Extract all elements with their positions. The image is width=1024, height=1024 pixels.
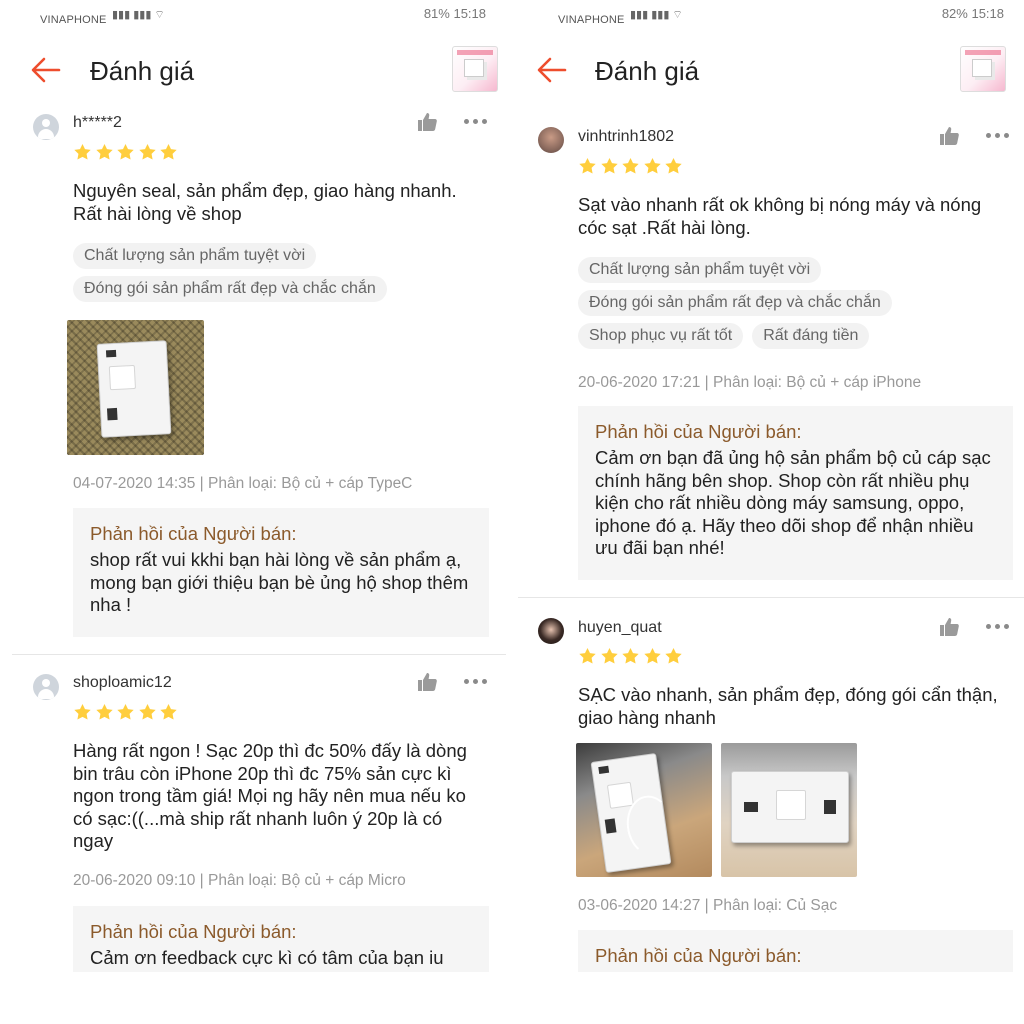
avatar[interactable] xyxy=(33,674,59,700)
back-button[interactable] xyxy=(534,54,570,86)
username[interactable]: shoploamic12 xyxy=(73,674,172,692)
rating-stars xyxy=(73,703,181,721)
avatar[interactable] xyxy=(538,618,564,644)
seller-reply: Phản hồi của Người bán: Cảm ơn feedback … xyxy=(73,906,489,972)
seller-reply-text: Cảm ơn bạn đã ủng hộ sản phẩm bộ củ cáp … xyxy=(595,447,991,558)
star-icon xyxy=(664,647,683,665)
star-icon xyxy=(643,647,662,665)
star-icon xyxy=(95,703,114,721)
review-comment: Nguyên seal, sản phẩm đẹp, giao hàng nha… xyxy=(73,180,457,224)
star-icon xyxy=(159,703,178,721)
signal-icon: ▮▮▮ ▮▮▮ ⌔ xyxy=(112,9,165,21)
back-button[interactable] xyxy=(28,54,64,86)
star-icon xyxy=(664,157,683,175)
page-title: Đánh giá xyxy=(90,56,195,86)
star-icon xyxy=(621,157,640,175)
star-icon xyxy=(116,143,135,161)
thumbs-up-icon[interactable] xyxy=(938,125,960,147)
seller-reply: Phản hồi của Người bán: xyxy=(578,930,1013,972)
review-tag[interactable]: Đóng gói sản phẩm rất đẹp và chắc chắn xyxy=(578,290,892,316)
rating-stars xyxy=(73,143,181,161)
star-icon xyxy=(95,143,114,161)
review-comment: SẠC vào nhanh, sản phẩm đẹp, đóng gói cẩ… xyxy=(578,684,998,728)
seller-reply-title: Phản hồi của Người bán: xyxy=(90,921,297,942)
battery-time: 82% 15:18 xyxy=(941,6,1004,21)
review-tag[interactable]: Chất lượng sản phẩm tuyệt vời xyxy=(73,243,317,269)
avatar[interactable] xyxy=(538,127,564,153)
more-dots-icon[interactable] xyxy=(464,678,490,686)
app-header: Đánh giá xyxy=(0,44,506,100)
page-title: Đánh giá xyxy=(595,56,700,86)
arrow-left-icon xyxy=(537,57,567,83)
review-meta: 20-06-2020 17:21 | Phân loại: Bộ củ + cá… xyxy=(578,374,922,391)
star-icon xyxy=(600,647,619,665)
review-meta: 04-07-2020 14:35 | Phân loại: Bộ củ + cá… xyxy=(73,475,413,492)
star-icon xyxy=(159,143,178,161)
left-screenshot: VINAPHONE ▮▮▮ ▮▮▮ ⌔ 81% 15:18 Đánh giá h… xyxy=(0,0,506,1024)
thumbs-up-icon[interactable] xyxy=(416,111,438,133)
more-dots-icon[interactable] xyxy=(464,118,490,126)
review-photo[interactable] xyxy=(67,320,204,455)
avatar[interactable] xyxy=(33,114,59,140)
star-icon xyxy=(600,157,619,175)
review-photo[interactable] xyxy=(576,743,712,877)
username[interactable]: vinhtrinh1802 xyxy=(578,128,674,146)
review-tags: Chất lượng sản phẩm tuyệt vời Đóng gói s… xyxy=(73,243,494,309)
seller-reply-text: Cảm ơn feedback cực kì có tâm của bạn iu xyxy=(90,947,444,968)
star-icon xyxy=(138,143,157,161)
carrier-label: VINAPHONE xyxy=(40,14,107,26)
seller-reply-title: Phản hồi của Người bán: xyxy=(595,945,802,966)
more-dots-icon[interactable] xyxy=(986,623,1012,631)
username[interactable]: huyen_quat xyxy=(578,619,662,637)
app-header: Đánh giá xyxy=(518,44,1024,100)
arrow-left-icon xyxy=(31,57,61,83)
product-thumbnail[interactable] xyxy=(960,46,1006,92)
review-comment: Sạt vào nhanh rất ok không bị nóng máy v… xyxy=(578,194,982,238)
seller-reply-title: Phản hồi của Người bán: xyxy=(90,523,297,544)
seller-reply-title: Phản hồi của Người bán: xyxy=(595,421,802,442)
review-meta: 20-06-2020 09:10 | Phân loại: Bộ củ + cá… xyxy=(73,872,406,889)
review-comment: Hàng rất ngon ! Sạc 20p thì đc 50% đấy l… xyxy=(73,740,467,851)
review-tag[interactable]: Chất lượng sản phẩm tuyệt vời xyxy=(578,257,822,283)
username[interactable]: h*****2 xyxy=(73,114,122,132)
rating-stars xyxy=(578,647,686,665)
thumbs-up-icon[interactable] xyxy=(938,616,960,638)
product-thumbnail[interactable] xyxy=(452,46,498,92)
rating-stars xyxy=(578,157,686,175)
carrier-label: VINAPHONE xyxy=(558,14,625,26)
star-icon xyxy=(643,157,662,175)
review-tag[interactable]: Rất đáng tiền xyxy=(752,323,870,349)
battery-time: 81% 15:18 xyxy=(423,6,486,21)
status-bar: VINAPHONE ▮▮▮ ▮▮▮ ⌔ 81% 15:18 xyxy=(40,6,486,30)
review-tags: Chất lượng sản phẩm tuyệt vời Đóng gói s… xyxy=(578,257,1012,356)
status-bar: VINAPHONE ▮▮▮ ▮▮▮ ⌔ 82% 15:18 xyxy=(558,6,1004,30)
star-icon xyxy=(138,703,157,721)
signal-icon: ▮▮▮ ▮▮▮ ⌔ xyxy=(630,9,683,21)
seller-reply: Phản hồi của Người bán: shop rất vui kkh… xyxy=(73,508,489,637)
star-icon xyxy=(578,647,597,665)
review-tag[interactable]: Đóng gói sản phẩm rất đẹp và chắc chắn xyxy=(73,276,387,302)
review-tag[interactable]: Shop phục vụ rất tốt xyxy=(578,323,744,349)
right-screenshot: VINAPHONE ▮▮▮ ▮▮▮ ⌔ 82% 15:18 Đánh giá v… xyxy=(518,0,1024,1024)
more-dots-icon[interactable] xyxy=(986,132,1012,140)
review-meta: 03-06-2020 14:27 | Phân loại: Củ Sạc xyxy=(578,897,838,914)
thumbs-up-icon[interactable] xyxy=(416,671,438,693)
star-icon xyxy=(621,647,640,665)
star-icon xyxy=(116,703,135,721)
seller-reply-text: shop rất vui kkhi bạn hài lòng về sản ph… xyxy=(90,549,469,615)
star-icon xyxy=(578,157,597,175)
seller-reply: Phản hồi của Người bán: Cảm ơn bạn đã ủn… xyxy=(578,406,1013,580)
star-icon xyxy=(73,703,92,721)
star-icon xyxy=(73,143,92,161)
review-photo[interactable] xyxy=(721,743,857,877)
divider xyxy=(518,597,1024,598)
divider xyxy=(12,654,506,655)
